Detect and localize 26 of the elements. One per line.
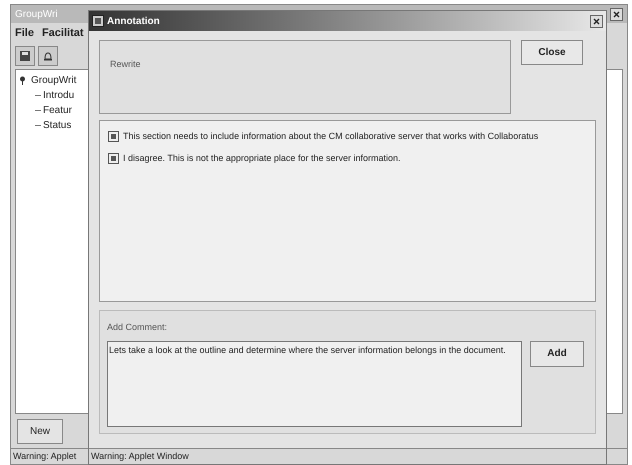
window-icon — [92, 15, 104, 27]
add-button[interactable]: Add — [530, 340, 584, 366]
tree-item[interactable]: Introdu — [43, 88, 74, 103]
comment-text: I disagree. This is not the appropriate place for the server information. — [123, 152, 400, 165]
window-title: GroupWri — [15, 8, 58, 22]
new-button[interactable]: New — [17, 418, 64, 444]
comment-input[interactable]: Lets take a look at the outline and determine where the server information belongs in the document. — [107, 340, 522, 426]
comment-text: This section needs to include information about the CM collaborative server that works with Collaboratus — [123, 130, 538, 143]
status-text: Warning: Applet — [13, 450, 76, 463]
heading-label: Rewrite — [110, 59, 141, 69]
add-comment-label: Add Comment: — [107, 321, 168, 334]
note-icon — [108, 153, 119, 164]
tree-item[interactable]: GroupWrit — [31, 73, 76, 88]
tree-toggle-icon[interactable] — [19, 76, 27, 85]
bell-icon[interactable] — [38, 46, 58, 66]
close-icon[interactable] — [610, 8, 623, 20]
tree-item[interactable]: Featur — [43, 103, 72, 118]
menu-item[interactable]: Facilitat — [42, 24, 84, 42]
menu-item[interactable]: File — [15, 24, 34, 42]
tree-item[interactable]: Status — [43, 118, 72, 133]
save-icon[interactable] — [15, 46, 35, 66]
close-button[interactable]: Close — [521, 40, 583, 65]
close-icon[interactable] — [590, 14, 603, 28]
status-text: Warning: Applet Window — [91, 450, 189, 463]
note-icon — [108, 131, 119, 142]
dialog-title: Annotation — [107, 14, 160, 28]
